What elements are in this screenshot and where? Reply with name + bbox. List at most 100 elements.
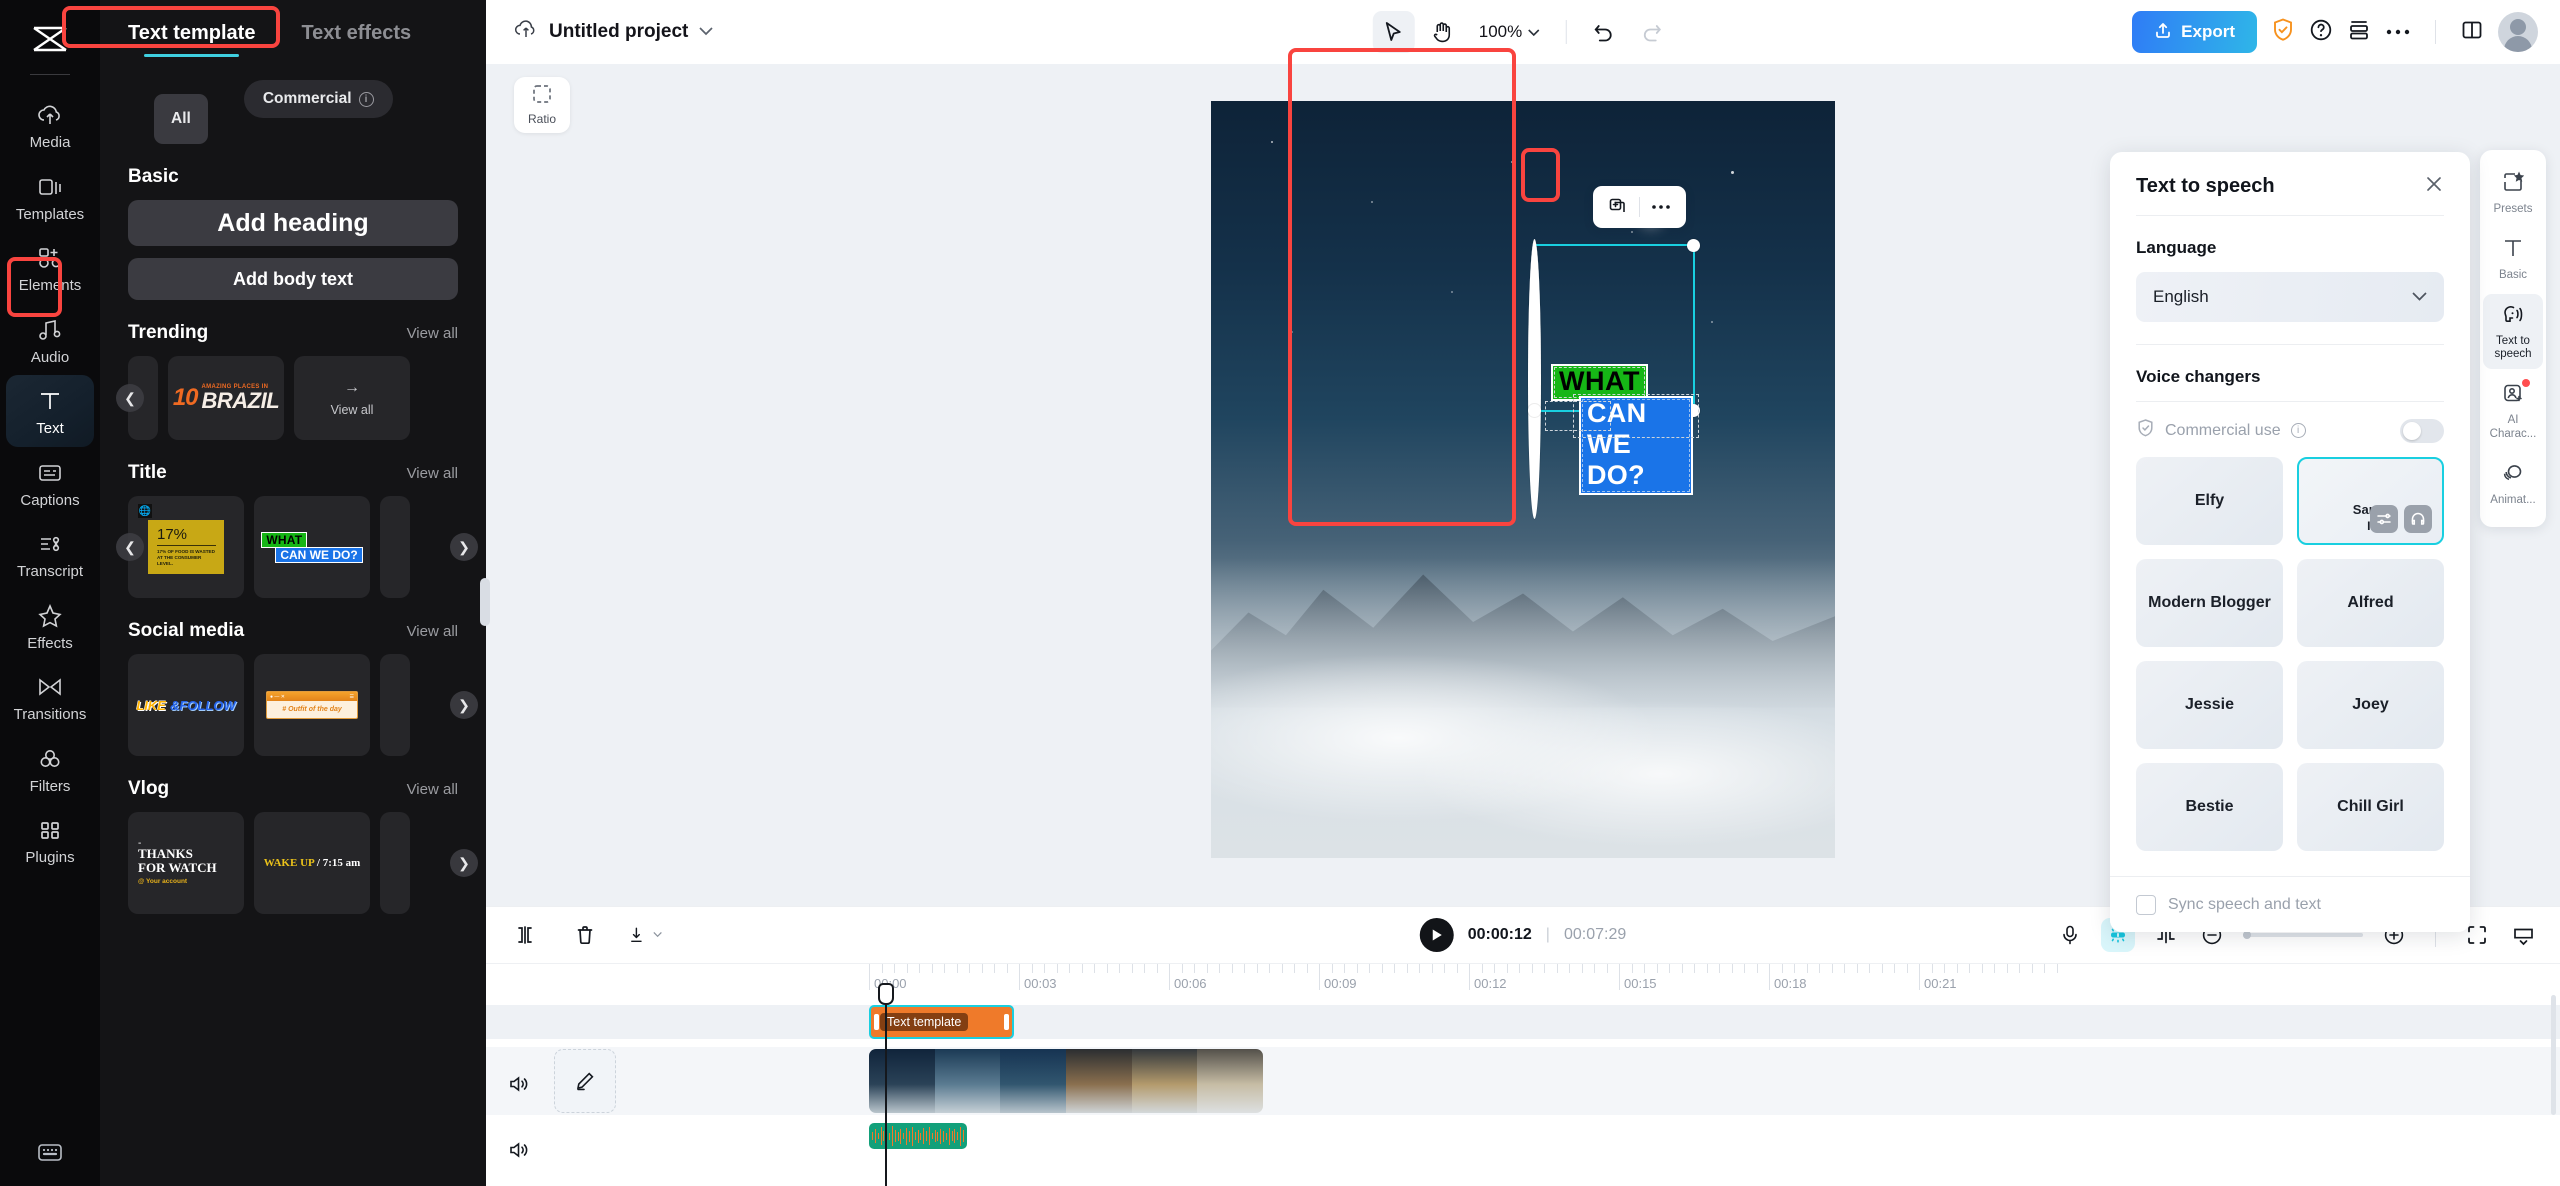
right-item-text-to-speech[interactable]: Text to speech xyxy=(2483,294,2543,370)
template-card-view-all[interactable]: → View all xyxy=(294,356,410,440)
speaker-icon[interactable] xyxy=(506,1137,532,1163)
sliders-icon[interactable] xyxy=(2370,505,2398,533)
tab-text-template[interactable]: Text template xyxy=(128,22,255,57)
timeline-ruler[interactable]: 00:00 00:03 00:06 00:09 00:12 00:15 00:1… xyxy=(486,963,2560,997)
template-card-partial[interactable] xyxy=(380,812,410,914)
undo-arrow-icon[interactable] xyxy=(1583,11,1625,53)
more-horizontal-icon[interactable] xyxy=(1640,188,1682,226)
template-card-partial[interactable] xyxy=(380,654,410,756)
question-circle-icon[interactable] xyxy=(2309,18,2333,47)
view-all-link[interactable]: View all xyxy=(407,325,458,342)
split-clip-icon[interactable] xyxy=(508,918,542,952)
headphones-icon[interactable] xyxy=(2404,505,2432,533)
view-all-link[interactable]: View all xyxy=(407,623,458,640)
add-heading-button[interactable]: Add heading xyxy=(128,200,458,246)
scroll-left-icon[interactable]: ❮ xyxy=(116,384,144,412)
language-select[interactable]: English xyxy=(2136,272,2444,322)
text-track[interactable] xyxy=(486,1005,2560,1039)
split-panel-icon[interactable] xyxy=(2460,18,2484,47)
trash-icon[interactable] xyxy=(568,918,602,952)
resize-handle-top-left[interactable] xyxy=(1528,239,1541,519)
commercial-use-toggle[interactable] xyxy=(2400,419,2444,443)
template-card-thanks[interactable]: - THANKS FOR WATCH @ Your account xyxy=(128,812,244,914)
tab-text-effects[interactable]: Text effects xyxy=(301,22,411,57)
sidebar-item-plugins[interactable]: Plugins xyxy=(6,804,94,876)
zoom-level-select[interactable]: 100% xyxy=(1469,22,1550,42)
video-track[interactable] xyxy=(486,1047,2560,1115)
sidebar-item-elements[interactable]: Elements xyxy=(6,232,94,304)
cursor-arrow-icon[interactable] xyxy=(1373,11,1415,53)
add-body-text-button[interactable]: Add body text xyxy=(128,258,458,300)
resize-handle-bottom-left[interactable] xyxy=(1528,404,1541,417)
capcut-logo-icon[interactable] xyxy=(22,14,78,64)
zoom-slider[interactable] xyxy=(2243,933,2363,937)
voice-option[interactable]: Chill Girl xyxy=(2297,763,2444,851)
playhead[interactable] xyxy=(885,997,887,1186)
caption-dropdown-icon[interactable] xyxy=(2508,920,2538,950)
info-icon[interactable]: i xyxy=(2291,423,2306,438)
template-card-like-follow[interactable]: LIKE &FOLLOW xyxy=(128,654,244,756)
close-x-icon[interactable] xyxy=(2424,174,2444,199)
clip-text-template[interactable]: Text template xyxy=(869,1005,1014,1039)
template-card-outfit[interactable]: ● — ✕☰ # Outfit of the day xyxy=(254,654,370,756)
scroll-right-icon[interactable]: ❯ xyxy=(450,691,478,719)
speaker-icon[interactable] xyxy=(506,1071,532,1097)
chip-all[interactable]: All xyxy=(154,94,208,144)
zoom-slider-thumb[interactable] xyxy=(2243,931,2251,939)
sidebar-item-audio[interactable]: Audio xyxy=(6,304,94,376)
voice-option[interactable]: Alfred xyxy=(2297,559,2444,647)
clip-handle-right[interactable] xyxy=(1004,1014,1009,1030)
template-card-brazil[interactable]: 10 AMAZING PLACES IN BRAZIL xyxy=(168,356,284,440)
voice-option[interactable]: Joey xyxy=(2297,661,2444,749)
sync-speech-checkbox[interactable] xyxy=(2136,895,2156,915)
scroll-left-icon[interactable]: ❮ xyxy=(116,533,144,561)
timeline-scrollbar[interactable] xyxy=(2551,995,2556,1115)
voice-option[interactable]: Bestie xyxy=(2136,763,2283,851)
clip-video[interactable] xyxy=(869,1049,1263,1113)
sidebar-item-captions[interactable]: Captions xyxy=(6,447,94,519)
text-selection-box[interactable]: WHAT CAN WE DO? xyxy=(1533,244,1695,412)
chevron-down-icon[interactable] xyxy=(699,23,713,41)
sidebar-item-media[interactable]: Media xyxy=(6,89,94,161)
keyboard-shortcuts-icon[interactable] xyxy=(36,1141,64,1168)
view-all-link[interactable]: View all xyxy=(407,465,458,482)
duplicate-icon[interactable] xyxy=(1597,188,1639,226)
voice-option[interactable]: Elfy xyxy=(2136,457,2283,545)
video-edit-button[interactable] xyxy=(554,1049,616,1113)
stack-layers-icon[interactable] xyxy=(2347,18,2371,47)
chip-commercial[interactable]: Commercial i xyxy=(244,80,393,118)
right-item-animation[interactable]: Animat... xyxy=(2483,453,2543,515)
template-card-percent[interactable]: 🌐 17% 17% OF FOOD IS WASTED AT THE CONSU… xyxy=(128,496,244,598)
view-all-link[interactable]: View all xyxy=(407,781,458,798)
panel-collapse-handle[interactable] xyxy=(480,578,490,626)
scroll-right-icon[interactable]: ❯ xyxy=(450,533,478,561)
right-item-ai-character[interactable]: AI Charac... xyxy=(2483,373,2543,449)
ratio-button[interactable]: Ratio xyxy=(514,77,570,133)
template-card-wake-up[interactable]: WAKE UP / 7:15 am xyxy=(254,812,370,914)
template-card-what[interactable]: WHAT CAN WE DO? xyxy=(254,496,370,598)
project-title-group[interactable]: Untitled project xyxy=(514,19,713,46)
sidebar-item-effects[interactable]: Effects xyxy=(6,590,94,662)
right-item-basic[interactable]: Basic xyxy=(2483,228,2543,290)
scroll-right-icon[interactable]: ❯ xyxy=(450,849,478,877)
video-canvas[interactable]: WHAT CAN WE DO? xyxy=(1211,101,1835,858)
download-icon[interactable] xyxy=(628,918,662,952)
clip-handle-left[interactable] xyxy=(874,1014,879,1030)
sidebar-item-templates[interactable]: Templates xyxy=(6,161,94,233)
clip-audio[interactable] xyxy=(869,1123,967,1149)
resize-handle-top-right[interactable] xyxy=(1687,239,1700,252)
voice-option[interactable]: Modern Blogger xyxy=(2136,559,2283,647)
microphone-icon[interactable] xyxy=(2055,920,2085,950)
hand-pan-icon[interactable] xyxy=(1421,11,1463,53)
template-card-partial[interactable] xyxy=(380,496,410,598)
user-avatar[interactable] xyxy=(2498,12,2538,52)
more-horizontal-icon[interactable] xyxy=(2385,23,2411,41)
export-button[interactable]: Export xyxy=(2132,11,2257,53)
sidebar-item-transitions[interactable]: Transitions xyxy=(6,661,94,733)
sidebar-item-transcript[interactable]: Transcript xyxy=(6,518,94,590)
right-item-presets[interactable]: Presets xyxy=(2483,162,2543,224)
sidebar-item-filters[interactable]: Filters xyxy=(6,733,94,805)
voice-option[interactable]: Jessie xyxy=(2136,661,2283,749)
play-button[interactable] xyxy=(1420,918,1454,952)
shield-check-icon[interactable] xyxy=(2271,17,2295,48)
